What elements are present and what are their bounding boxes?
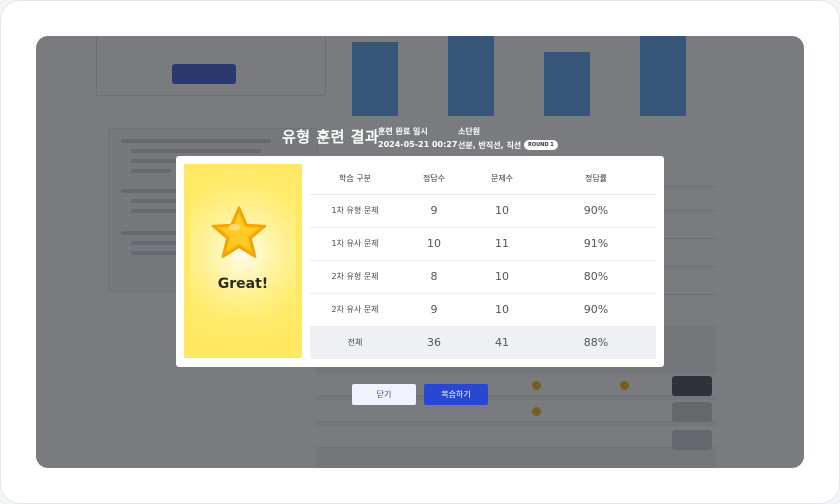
cell-correct: 10 [400,227,468,261]
table-header-row: 학습 구분 정답수 문제수 정답률 [310,164,656,195]
unit-label: 소단원 [458,127,481,136]
total-questions: 41 [468,326,536,359]
review-button[interactable]: 복습하기 [424,384,488,405]
cell-accuracy: 80% [536,260,656,294]
header-category: 학습 구분 [310,164,400,195]
cell-category: 1차 유사 문제 [310,227,400,261]
cell-questions: 10 [468,194,536,228]
completed-value: 2024-05-21 00:27 [378,140,458,149]
cell-correct: 9 [400,194,468,228]
result-table: 학습 구분 정답수 문제수 정답률 1차 유형 문제 9 10 90% 1차 유… [310,164,656,359]
cell-questions: 10 [468,293,536,327]
completed-label: 훈련 완료 일시 [378,127,428,136]
cell-correct: 8 [400,260,468,294]
table-row: 1차 유형 문제 9 10 90% [310,194,656,228]
cell-category: 1차 유형 문제 [310,194,400,228]
cell-correct: 9 [400,293,468,327]
badge-text: Great! [217,276,269,292]
cell-accuracy: 90% [536,293,656,327]
cell-questions: 10 [468,260,536,294]
cell-accuracy: 90% [536,194,656,228]
round-badge: ROUND 1 [524,140,558,150]
result-badge: Great! [184,164,302,358]
cell-questions: 11 [468,227,536,261]
cell-category: 2차 유형 문제 [310,260,400,294]
result-modal: Great! 학습 구분 정답수 문제수 정답률 1차 유형 문제 9 10 9… [176,156,664,367]
star-icon [211,206,267,258]
header-accuracy: 정답률 [536,164,656,195]
cell-accuracy: 91% [536,227,656,261]
unit-value: 선분, 반직선, 직선 [458,141,522,150]
modal-title: 유형 훈련 결과 [282,128,380,146]
total-correct: 36 [400,326,468,359]
table-row: 2차 유사 문제 9 10 90% [310,293,656,327]
close-button[interactable]: 닫기 [352,384,416,405]
app-screen: 유형 훈련 결과 훈련 완료 일시 2024-05-21 00:27 소단원 선… [36,36,804,468]
header-questions: 문제수 [468,164,536,195]
table-row: 1차 유사 문제 10 11 91% [310,227,656,261]
cell-category: 2차 유사 문제 [310,293,400,327]
table-row: 2차 유형 문제 8 10 80% [310,260,656,294]
header-correct: 정답수 [400,164,468,195]
table-total-row: 전체 36 41 88% [310,326,656,359]
total-category: 전체 [310,326,400,359]
total-accuracy: 88% [536,326,656,359]
